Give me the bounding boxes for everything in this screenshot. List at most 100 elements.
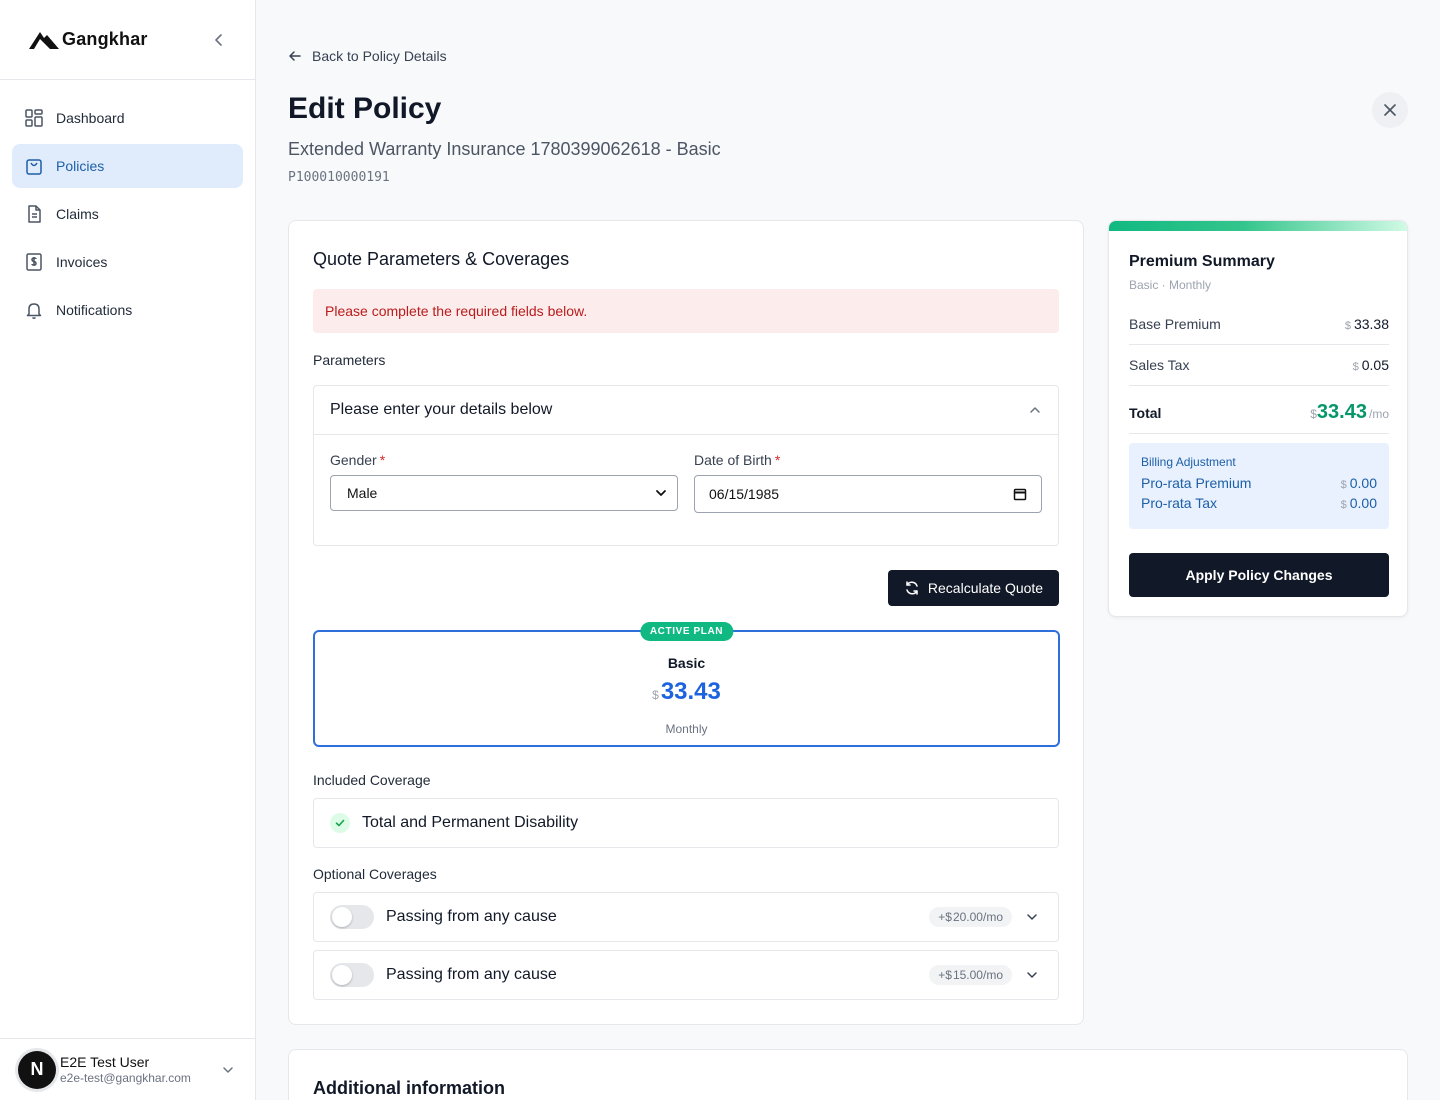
plan-price-value: 33.43 bbox=[660, 678, 721, 705]
prorata-premium-amount: 0.00 bbox=[1349, 475, 1377, 491]
apply-policy-changes-button[interactable]: Apply Policy Changes bbox=[1129, 553, 1389, 597]
currency-symbol: $ bbox=[652, 688, 659, 702]
parameters-label: Parameters bbox=[313, 352, 386, 368]
base-premium-value: $33.38 bbox=[1345, 316, 1389, 332]
currency-symbol: $ bbox=[1310, 407, 1317, 421]
base-premium-label: Base Premium bbox=[1129, 316, 1221, 332]
gender-label: Gender * bbox=[330, 452, 385, 468]
brand-header: Gangkhar bbox=[0, 0, 255, 80]
prorata-tax-label: Pro-rata Tax bbox=[1141, 495, 1217, 511]
summary-subtitle: Basic · Monthly bbox=[1129, 278, 1212, 292]
prorata-premium-label: Pro-rata Premium bbox=[1141, 475, 1252, 491]
currency-symbol: $ bbox=[1340, 499, 1347, 511]
divider bbox=[1129, 385, 1389, 386]
price-unit: /mo bbox=[982, 910, 1003, 924]
optional-coverage-item: Passing from any cause +$ 15.00/mo bbox=[313, 950, 1059, 1000]
recalculate-label: Recalculate Quote bbox=[927, 580, 1044, 596]
divider bbox=[1129, 433, 1389, 434]
sidebar-item-label: Dashboard bbox=[56, 110, 125, 126]
sidebar-item-dashboard[interactable]: Dashboard bbox=[12, 96, 243, 140]
dashboard-icon bbox=[24, 108, 44, 128]
back-link-label: Back to Policy Details bbox=[312, 48, 447, 64]
total-unit: /mo bbox=[1368, 407, 1389, 421]
optional-coverage-toggle[interactable] bbox=[330, 905, 374, 929]
summary-accent-bar bbox=[1109, 221, 1407, 231]
billing-adjustment-title: Billing Adjustment bbox=[1141, 455, 1236, 469]
sales-tax-label: Sales Tax bbox=[1129, 357, 1190, 373]
calendar-icon[interactable] bbox=[1013, 487, 1027, 501]
dollar-receipt-icon bbox=[24, 252, 44, 272]
sidebar-item-policies[interactable]: Policies bbox=[12, 144, 243, 188]
policy-product-name: Extended Warranty Insurance 178039906261… bbox=[288, 139, 721, 159]
chevron-down-icon[interactable] bbox=[1022, 907, 1042, 927]
price-unit: /mo bbox=[982, 968, 1003, 982]
brand-name: Gangkhar bbox=[62, 29, 148, 49]
parameters-panel: Please enter your details below Gender * … bbox=[313, 385, 1059, 546]
plan-frequency: Monthly bbox=[665, 722, 708, 736]
dob-label: Date of Birth * bbox=[694, 452, 780, 468]
optional-coverage-toggle[interactable] bbox=[330, 963, 374, 987]
divider bbox=[1129, 344, 1389, 345]
prorata-tax-row: Pro-rata Tax $0.00 bbox=[1141, 495, 1377, 511]
shopping-bag-icon bbox=[24, 156, 44, 176]
additional-information-card: Additional information bbox=[288, 1049, 1408, 1100]
currency-symbol: $ bbox=[1340, 479, 1347, 491]
included-coverage-item: Total and Permanent Disability bbox=[313, 798, 1059, 848]
chevron-down-icon[interactable] bbox=[218, 1060, 238, 1080]
back-to-policy-details-link[interactable]: Back to Policy Details bbox=[288, 48, 447, 64]
user-email: e2e-test@gangkhar.com bbox=[60, 1071, 191, 1085]
chevron-down-icon bbox=[656, 490, 666, 496]
optional-coverage-item: Passing from any cause +$ 20.00/mo bbox=[313, 892, 1059, 942]
close-button[interactable] bbox=[1372, 92, 1408, 128]
parameters-panel-title: Please enter your details below bbox=[330, 401, 553, 418]
prorata-premium-row: Pro-rata Premium $0.00 bbox=[1141, 475, 1377, 491]
required-mark: * bbox=[774, 452, 781, 468]
dob-value: 06/15/1985 bbox=[709, 486, 780, 502]
summary-title: Premium Summary bbox=[1129, 253, 1275, 270]
optional-coverage-price: +$ 15.00/mo bbox=[929, 965, 1012, 985]
document-icon bbox=[24, 204, 44, 224]
required-fields-alert: Please complete the required fields belo… bbox=[313, 289, 1059, 333]
price-prefix: +$ bbox=[938, 910, 952, 924]
user-info: E2E Test User e2e-test@gangkhar.com bbox=[60, 1054, 218, 1085]
optional-coverage-name: Passing from any cause bbox=[386, 908, 557, 925]
policy-number: P100010000191 bbox=[288, 170, 390, 185]
chevron-left-icon bbox=[215, 34, 222, 46]
currency-symbol: $ bbox=[1352, 361, 1359, 373]
sidebar-item-invoices[interactable]: Invoices bbox=[12, 240, 243, 284]
active-plan-card[interactable]: ACTIVE PLAN Basic $33.43 Monthly bbox=[313, 622, 1060, 747]
gender-label-text: Gender bbox=[330, 452, 377, 468]
sidebar-item-notifications[interactable]: Notifications bbox=[12, 288, 243, 332]
total-label: Total bbox=[1129, 404, 1162, 421]
collapse-sidebar-button[interactable] bbox=[207, 28, 231, 52]
sidebar-item-label: Invoices bbox=[56, 254, 108, 270]
quote-section-title: Quote Parameters & Coverages bbox=[313, 249, 570, 269]
sidebar-nav: Dashboard Policies Claims Invoices Notif… bbox=[0, 80, 255, 352]
refresh-icon bbox=[906, 581, 918, 595]
additional-information-title: Additional information bbox=[313, 1078, 505, 1098]
total-row: Total $33.43/mo bbox=[1129, 401, 1389, 424]
recalculate-quote-button[interactable]: Recalculate Quote bbox=[888, 570, 1059, 606]
sales-tax-row: Sales Tax $0.05 bbox=[1129, 357, 1389, 373]
plan-name: Basic bbox=[667, 655, 706, 671]
active-plan-badge: ACTIVE PLAN bbox=[639, 622, 734, 641]
price-value: 15.00 bbox=[952, 968, 983, 982]
quote-parameters-card: Quote Parameters & Coverages Please comp… bbox=[288, 220, 1084, 1025]
user-menu[interactable]: N E2E Test User e2e-test@gangkhar.com bbox=[0, 1038, 256, 1100]
arrow-left-icon bbox=[289, 51, 301, 61]
gender-select[interactable]: Male bbox=[330, 475, 678, 511]
date-of-birth-input[interactable]: 06/15/1985 bbox=[694, 475, 1042, 513]
included-coverage-label: Included Coverage bbox=[313, 772, 431, 788]
required-mark: * bbox=[379, 452, 386, 468]
included-coverage-name: Total and Permanent Disability bbox=[362, 814, 579, 831]
page-title: Edit Policy bbox=[288, 92, 442, 125]
price-value: 20.00 bbox=[952, 910, 983, 924]
chevron-down-icon[interactable] bbox=[1022, 965, 1042, 985]
parameters-panel-header[interactable]: Please enter your details below bbox=[314, 386, 1058, 435]
check-icon bbox=[330, 813, 350, 833]
billing-adjustment-panel: Billing Adjustment Pro-rata Premium $0.0… bbox=[1129, 443, 1389, 529]
dob-label-text: Date of Birth bbox=[694, 452, 772, 468]
sidebar-item-claims[interactable]: Claims bbox=[12, 192, 243, 236]
prorata-tax-value: $0.00 bbox=[1341, 495, 1377, 511]
sales-tax-amount: 0.05 bbox=[1361, 357, 1389, 373]
